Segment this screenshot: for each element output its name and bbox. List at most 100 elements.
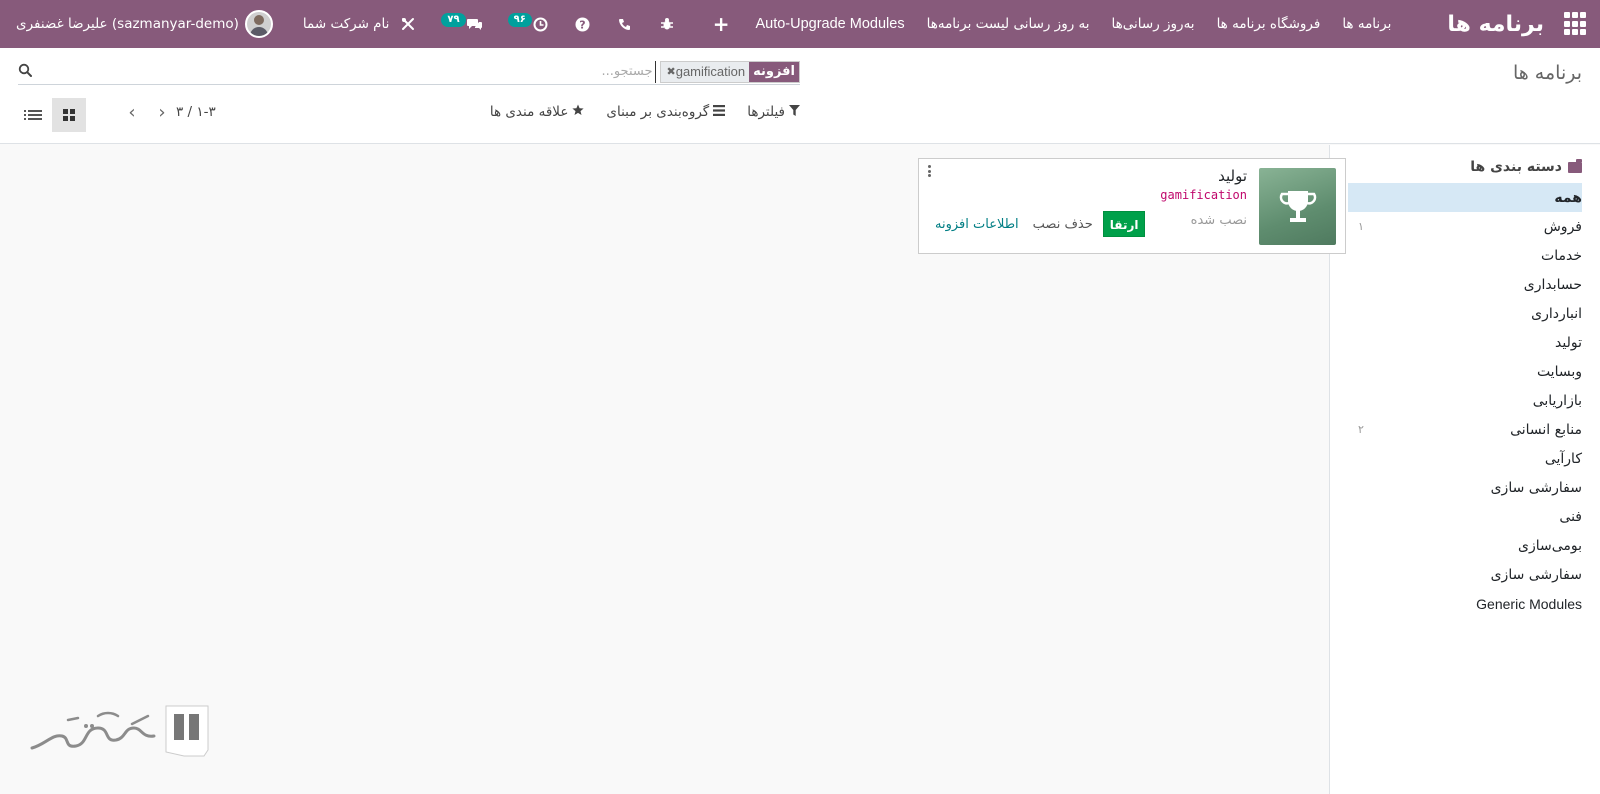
facet-label: افزونه [749, 61, 799, 82]
phone-icon[interactable] [616, 15, 634, 33]
star-icon [572, 104, 585, 120]
trophy-icon [1259, 168, 1336, 245]
category-item-manufacturing[interactable]: تولید [1348, 328, 1600, 357]
pager: ‹ › [117, 102, 177, 123]
search-icon[interactable] [18, 63, 32, 81]
kanban-view-icon[interactable] [52, 98, 86, 132]
category-label: سفارشی سازی [1490, 479, 1582, 496]
svg-text:?: ? [580, 18, 586, 31]
search-input[interactable] [535, 60, 656, 83]
list-view-icon[interactable] [18, 98, 52, 132]
add-menu-icon[interactable]: + [713, 12, 730, 36]
app-brand[interactable]: برنامه ها [1447, 12, 1544, 37]
facet-value-wrap: ✖ gamification [660, 61, 750, 82]
category-item-all[interactable]: همه [1348, 183, 1582, 212]
category-label: خدمات [1541, 247, 1582, 264]
watermark-logo [28, 704, 212, 764]
category-count: ۱ [1358, 220, 1364, 233]
systray: علیرضا غضنفری (sazmanyar-demo) نام شرکت … [16, 0, 676, 48]
module-technical-name: gamification [1160, 188, 1247, 202]
search-facet: افزونه ✖ gamification [659, 60, 800, 83]
card-menu-dots-icon[interactable] [925, 165, 933, 177]
uninstall-button[interactable]: حذف نصب [1033, 217, 1093, 232]
groupby-button[interactable]: گروه‌بندی بر مبنای [606, 104, 726, 120]
category-item-marketing[interactable]: بازاریابی [1348, 386, 1600, 415]
category-item-productivity[interactable]: کارآیی [1348, 444, 1600, 473]
category-label: انبارداری [1531, 305, 1582, 322]
top-menu: برنامه ها فروشگاه برنامه ها به‌روز رسانی… [691, 12, 1392, 36]
category-panel: دسته بندی ها همه فروش ۱ خدمات حسابداری ان… [1329, 145, 1600, 794]
favorites-label: علاقه مندی ها [489, 104, 569, 120]
category-item-accounting[interactable]: حسابداری [1348, 270, 1600, 299]
activities-menu[interactable]: ۹۶ [507, 13, 550, 33]
module-status: نصب شده [1190, 213, 1247, 228]
category-item-customization-2[interactable]: سفارشی سازی [1348, 560, 1600, 589]
help-icon[interactable]: ? [574, 15, 592, 33]
messages-menu[interactable]: ۷۹ [441, 13, 483, 33]
category-item-inventory[interactable]: انبارداری [1348, 299, 1600, 328]
category-item-human-resources[interactable]: منابع انسانی ۲ [1348, 415, 1600, 444]
module-title: تولید [1218, 167, 1247, 185]
category-item-website[interactable]: وبسایت [1348, 357, 1600, 386]
user-name: علیرضا غضنفری (sazmanyar-demo) [16, 16, 239, 32]
apps-menu-icon[interactable] [1562, 12, 1586, 36]
avatar [244, 10, 273, 38]
main-navbar: برنامه ها برنامه ها فروشگاه برنامه ها به… [0, 0, 1600, 48]
company-name: نام شرکت شما [302, 16, 390, 32]
category-label: حسابداری [1523, 276, 1582, 293]
category-item-technical[interactable]: فنی [1348, 502, 1600, 531]
company-switcher[interactable]: نام شرکت شما [303, 15, 417, 33]
facet-remove-icon[interactable]: ✖ [667, 65, 676, 78]
menu-app-store[interactable]: فروشگاه برنامه ها [1217, 16, 1321, 32]
pager-next-icon[interactable]: › [147, 102, 177, 123]
category-label: کارآیی [1544, 450, 1582, 467]
filters-button[interactable]: فیلترها [747, 104, 800, 120]
pager-value[interactable]: ۱-۳ / ۳ [176, 104, 216, 120]
category-label: همه [1554, 189, 1582, 206]
folder-icon [1568, 158, 1582, 173]
category-label: فروش [1543, 218, 1582, 235]
category-label: فنی [1559, 508, 1582, 525]
category-item-sales[interactable]: فروش ۱ [1348, 212, 1600, 241]
pager-previous-icon[interactable]: ‹ [117, 102, 147, 123]
category-label: بومی‌سازی [1517, 537, 1582, 554]
clock-icon [532, 15, 550, 33]
module-card[interactable]: تولید gamification نصب شده ارتقا حذف نصب… [918, 158, 1346, 254]
category-label: بازاریابی [1532, 392, 1582, 409]
module-info-link[interactable]: اطلاعات افزونه [935, 217, 1019, 232]
tools-icon [399, 15, 417, 33]
list-bars-icon [713, 104, 726, 120]
category-label: تولید [1555, 334, 1582, 351]
filter-funnel-icon [789, 104, 800, 120]
category-label: وبسایت [1536, 363, 1582, 380]
category-header: دسته بندی ها [1348, 158, 1582, 175]
category-label: سفارشی سازی [1490, 566, 1582, 583]
category-label: Generic Modules [1476, 595, 1582, 612]
category-label: منابع انسانی [1510, 421, 1582, 438]
groupby-label: گروه‌بندی بر مبنای [606, 104, 710, 120]
category-item-services[interactable]: خدمات [1348, 241, 1600, 270]
category-list: همه فروش ۱ خدمات حسابداری انبارداری تولید… [1348, 183, 1582, 618]
view-switcher [18, 98, 86, 132]
category-count: ۲ [1358, 423, 1364, 436]
breadcrumb[interactable]: برنامه ها [1513, 62, 1582, 84]
menu-auto-upgrade[interactable]: Auto-Upgrade Modules [755, 16, 904, 32]
filters-label: فیلترها [747, 104, 785, 120]
module-actions: ارتقا حذف نصب اطلاعات افزونه [935, 211, 1146, 237]
search-options: فیلترها گروه‌بندی بر مبنای علاقه مندی ها [482, 104, 800, 120]
menu-updates[interactable]: به‌روز رسانی‌ها [1112, 16, 1195, 32]
activities-badge: ۹۶ [507, 13, 532, 27]
control-panel: برنامه ها افزونه ✖ gamification فیلترها … [0, 48, 1600, 144]
category-item-customization[interactable]: سفارشی سازی [1348, 473, 1600, 502]
category-item-localization[interactable]: بومی‌سازی [1348, 531, 1600, 560]
category-item-generic-modules[interactable]: Generic Modules [1348, 589, 1600, 618]
menu-update-apps-list[interactable]: به روز رسانی لیست برنامه‌ها [927, 16, 1090, 32]
upgrade-button[interactable]: ارتقا [1102, 211, 1146, 237]
debug-bug-icon[interactable] [658, 15, 676, 33]
menu-apps[interactable]: برنامه ها [1342, 16, 1391, 32]
messages-badge: ۷۹ [441, 13, 466, 27]
favorites-button[interactable]: علاقه مندی ها [490, 104, 585, 120]
search-bar: افزونه ✖ gamification [18, 59, 800, 85]
category-title: دسته بندی ها [1470, 159, 1562, 175]
user-menu[interactable]: علیرضا غضنفری (sazmanyar-demo) [16, 10, 273, 38]
